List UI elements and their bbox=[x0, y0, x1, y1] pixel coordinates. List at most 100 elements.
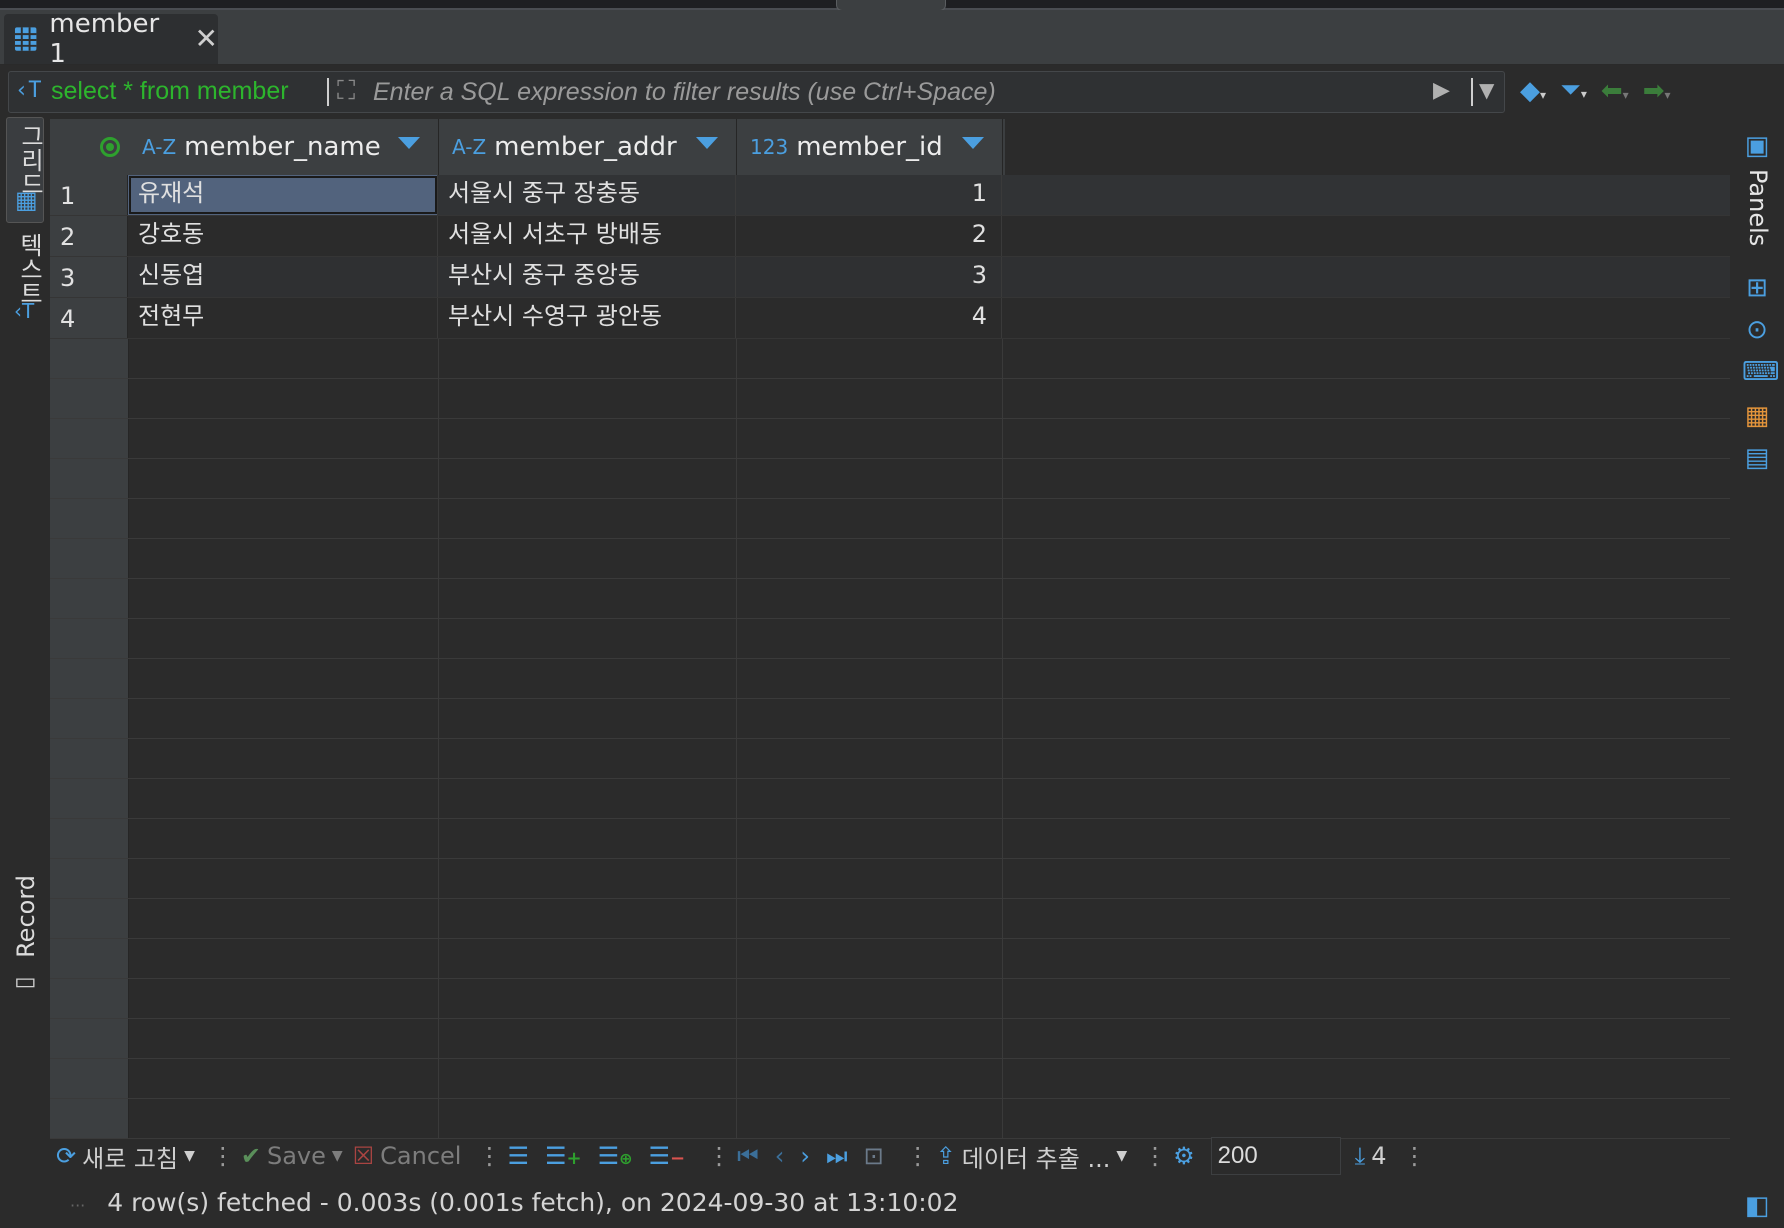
row-number[interactable]: 3 bbox=[50, 257, 128, 297]
cell-member-name[interactable]: 강호동 bbox=[128, 216, 438, 256]
refresh-button[interactable]: ⟳ 새로 고침 ▼ bbox=[56, 1139, 195, 1174]
left-view-rail: 그리드 ▦ 텍스트 ‹T Record ▭ bbox=[0, 117, 46, 1137]
empty-cell bbox=[736, 739, 1003, 778]
active-query-text[interactable]: select * from member bbox=[51, 77, 289, 106]
chevron-left-icon: ‹ bbox=[774, 1142, 785, 1170]
chevron-down-icon[interactable]: ▼ bbox=[184, 1148, 195, 1164]
cancel-label: Cancel bbox=[380, 1142, 462, 1170]
column-header-member-name[interactable]: A-Z member_name bbox=[128, 119, 439, 175]
table-row[interactable]: 4 전현무 부산시 수영구 광안동 4 bbox=[50, 298, 1730, 339]
close-icon[interactable]: ✕ bbox=[195, 25, 218, 53]
empty-cell bbox=[736, 499, 1003, 538]
fetch-size-input[interactable] bbox=[1210, 1137, 1341, 1175]
cell-member-addr[interactable]: 부산시 중구 중앙동 bbox=[438, 257, 736, 297]
aggregate-icon[interactable]: ⊙ bbox=[1742, 315, 1772, 345]
cell-member-name[interactable]: 유재석 bbox=[128, 175, 438, 215]
chevron-down-icon[interactable] bbox=[962, 137, 984, 149]
separator: ⋮ bbox=[477, 1142, 502, 1170]
delete-row-button[interactable]: ☰− bbox=[649, 1142, 692, 1170]
apply-filter-icon[interactable]: ▶ bbox=[1433, 78, 1450, 103]
empty-row-number bbox=[50, 979, 129, 1018]
row-number[interactable]: 1 bbox=[50, 175, 128, 215]
empty-cell bbox=[128, 699, 439, 738]
empty-row-number bbox=[50, 899, 129, 938]
back-arrow-icon[interactable]: ⬅▾ bbox=[1601, 76, 1629, 106]
cell-member-addr[interactable]: 서울시 서초구 방배동 bbox=[438, 216, 736, 256]
row-number-header[interactable] bbox=[50, 119, 128, 175]
tab-record[interactable]: Record ▭ bbox=[6, 875, 42, 995]
chevron-down-icon[interactable]: ▼ bbox=[1116, 1148, 1127, 1164]
fetch-all-button[interactable]: ⊡ bbox=[864, 1142, 890, 1170]
export-label: 데이터 추출 ... bbox=[961, 1144, 1111, 1173]
table-row[interactable]: 2 강호동 서울시 서초구 방배동 2 bbox=[50, 216, 1730, 257]
cell-member-id[interactable]: 4 bbox=[736, 298, 1002, 338]
empty-cell bbox=[736, 339, 1003, 378]
tab-text[interactable]: 텍스트 ‹T bbox=[6, 229, 43, 329]
row-count-button[interactable]: ⤓ 4 bbox=[1355, 1142, 1387, 1170]
edit-row-button[interactable]: ☰ bbox=[507, 1142, 535, 1170]
empty-row bbox=[50, 699, 1730, 739]
cell-member-id[interactable]: 3 bbox=[736, 257, 1002, 297]
cell-member-addr[interactable]: 부산시 수영구 광안동 bbox=[438, 298, 736, 338]
cell-member-addr[interactable]: 서울시 중구 장충동 bbox=[438, 175, 736, 215]
tab-member-1[interactable]: member 1 ✕ bbox=[4, 9, 218, 69]
previous-page-button[interactable]: ‹ bbox=[775, 1142, 791, 1170]
empty-row-number bbox=[50, 779, 129, 818]
expand-icon[interactable]: ⛶ bbox=[337, 76, 355, 107]
last-page-button[interactable]: ⏭ bbox=[826, 1142, 854, 1170]
value-viewer-icon[interactable]: ⊞ bbox=[1742, 273, 1772, 303]
filter-input[interactable] bbox=[371, 75, 1425, 109]
grouping-icon[interactable]: ▦ bbox=[1742, 401, 1772, 431]
cell-member-name[interactable]: 전현무 bbox=[128, 298, 438, 338]
empty-cell bbox=[736, 819, 1003, 858]
cell-member-name[interactable]: 신동엽 bbox=[128, 257, 438, 297]
empty-cell bbox=[736, 699, 1003, 738]
row-number[interactable]: 2 bbox=[50, 216, 128, 256]
export-icon: ⇪ bbox=[935, 1142, 956, 1170]
sql-query-icon[interactable]: ‹T bbox=[15, 78, 42, 103]
cell-member-id[interactable]: 1 bbox=[736, 175, 1002, 215]
empty-cell bbox=[736, 979, 1003, 1018]
filter-funnel-icon[interactable]: ⏷▾ bbox=[1560, 75, 1587, 106]
first-page-button[interactable]: ⏮ bbox=[737, 1142, 765, 1170]
table-row[interactable]: 3 신동엽 부산시 중구 중앙동 3 bbox=[50, 257, 1730, 298]
eraser-icon[interactable]: ◆▾ bbox=[1520, 76, 1546, 106]
add-row-button[interactable]: ☰+ bbox=[545, 1142, 588, 1170]
empty-cell bbox=[438, 779, 737, 818]
panels-icon[interactable]: ▣ bbox=[1742, 131, 1772, 161]
cancel-button[interactable]: ☒ Cancel bbox=[353, 1142, 462, 1170]
chevron-down-icon[interactable]: ▼ bbox=[332, 1148, 343, 1164]
settings-button[interactable]: ⚙ bbox=[1173, 1142, 1201, 1170]
copy-row-button[interactable]: ☰⊕ bbox=[598, 1142, 639, 1170]
column-header-member-addr[interactable]: A-Z member_addr bbox=[438, 119, 737, 175]
separator bbox=[327, 78, 329, 106]
tab-grid[interactable]: 그리드 ▦ bbox=[6, 117, 44, 223]
empty-cell bbox=[736, 459, 1003, 498]
chevron-down-icon[interactable] bbox=[696, 137, 718, 149]
empty-cell bbox=[438, 699, 737, 738]
filter-history-icon[interactable]: ▼ bbox=[1479, 78, 1494, 102]
metadata-icon[interactable]: ▤ bbox=[1742, 443, 1772, 473]
keyboard-icon[interactable]: ⌨ bbox=[1742, 357, 1780, 387]
forward-arrow-icon[interactable]: ➡▾ bbox=[1643, 76, 1671, 106]
empty-cell bbox=[736, 1019, 1003, 1058]
empty-cell bbox=[128, 379, 439, 418]
save-button[interactable]: ✔ Save ▼ bbox=[241, 1142, 343, 1170]
export-data-button[interactable]: ⇪ 데이터 추출 ... ▼ bbox=[936, 1139, 1127, 1174]
panels-label[interactable]: Panels bbox=[1744, 169, 1772, 246]
next-page-button[interactable]: › bbox=[800, 1142, 816, 1170]
empty-cell bbox=[438, 819, 737, 858]
text-type-icon: A-Z bbox=[452, 135, 487, 159]
empty-cell bbox=[128, 899, 439, 938]
empty-cell bbox=[736, 539, 1003, 578]
table-row[interactable]: 1 유재석 서울시 중구 장충동 1 bbox=[50, 175, 1730, 216]
empty-row bbox=[50, 459, 1730, 499]
layout-toggle-icon[interactable]: ◧ bbox=[1742, 1191, 1772, 1221]
empty-row-number bbox=[50, 1019, 129, 1058]
text-tab-label: 텍스트 bbox=[15, 233, 43, 305]
empty-row-number bbox=[50, 499, 129, 538]
cell-member-id[interactable]: 2 bbox=[736, 216, 1002, 256]
column-header-member-id[interactable]: 123 member_id bbox=[736, 119, 1003, 175]
chevron-down-icon[interactable] bbox=[398, 137, 420, 149]
row-number[interactable]: 4 bbox=[50, 298, 128, 338]
